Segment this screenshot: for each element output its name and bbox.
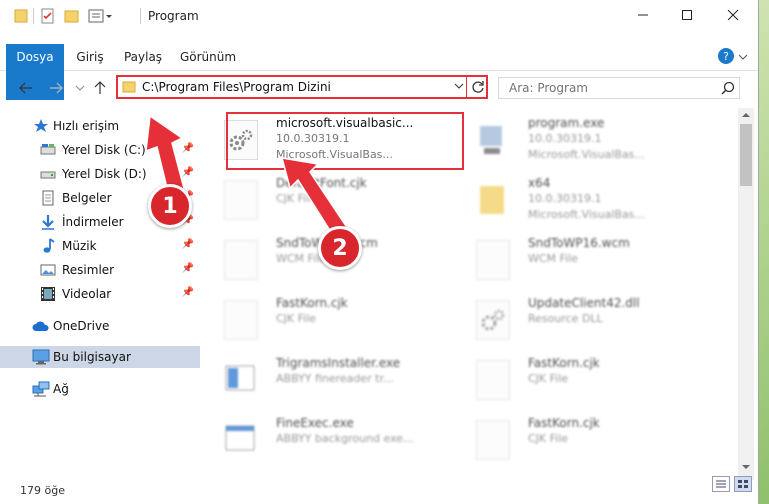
annotation-arrows bbox=[145, 114, 352, 242]
step-badge-1: 1 bbox=[148, 184, 192, 228]
step-badge-2: 2 bbox=[318, 226, 362, 270]
